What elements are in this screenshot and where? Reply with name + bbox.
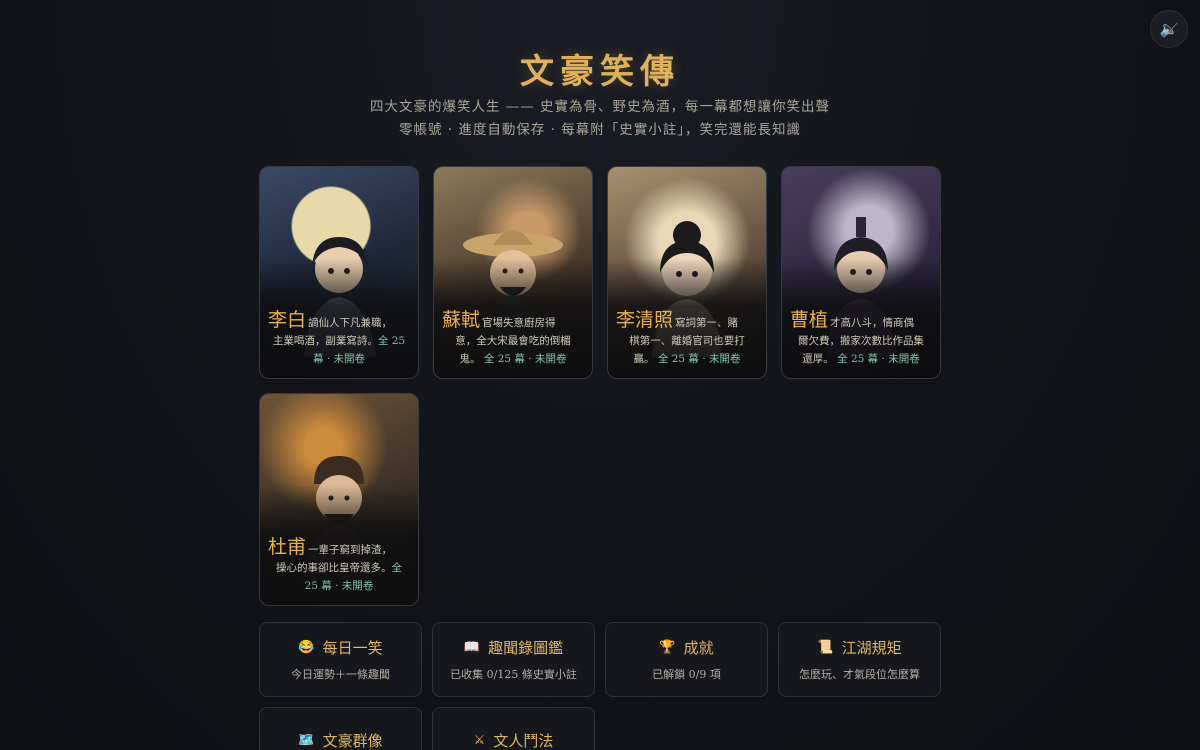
page-title: 文豪笑傳 (520, 52, 680, 92)
author-card-cao-zhi[interactable]: 曹植 才高八斗，情商偶 爾欠費，搬家次數比作品集 還厚。 全 25 幕 · 未開卷 (781, 166, 941, 379)
sound-toggle-button[interactable]: 🔈̸ (1150, 10, 1188, 48)
du-fu-caption: 杜甫 一輩子窮到掉渣， 操心的事卻比皇帝還多。全 25 幕 · 未開卷 (268, 536, 403, 593)
page: 🔈̸ 文豪笑傳 四大文豪的爆笑人生 —— 史實為骨、野史為酒，每一幕都想讓你笑出… (0, 0, 1200, 750)
scholar-duel-button[interactable]: ⚔ 文人鬥法 (432, 707, 595, 750)
laughing-face-icon: 😂 (298, 640, 315, 655)
scroll-icon: 📜 (817, 640, 834, 655)
li-qingzhao-caption: 李清照 寫詞第一、賭 棋第一、離婚官司也要打 贏。 全 25 幕 · 未開卷 (616, 309, 745, 366)
author-name: 杜甫 (268, 536, 307, 558)
author-card-li-qingzhao[interactable]: 李清照 寫詞第一、賭 棋第一、離婚官司也要打 贏。 全 25 幕 · 未開卷 (607, 166, 767, 379)
trophy-icon: 🏆 (659, 640, 676, 655)
crossed-swords-icon: ⚔ (473, 733, 486, 748)
author-card-grid: 李白 謫仙人下凡兼職， 主業喝酒，副業寫詩。全 25 幕 · 未開卷 蘇軾 官場失意… (259, 166, 941, 606)
progress-meta: 全 25 幕 · 未開卷 (657, 353, 741, 365)
subtitle-line-2: 零帳號 · 進度自動保存 · 每幕附「史實小註」，笑完還能長知識 (399, 122, 801, 138)
subtitle-line-1: 四大文豪的爆笑人生 —— 史實為骨、野史為酒，每一幕都想讓你笑出聲 (369, 99, 831, 115)
progress-meta: 全 (391, 562, 403, 574)
author-name: 李清照 (616, 309, 674, 331)
li-bai-caption: 李白 謫仙人下凡兼職， 主業喝酒，副業寫詩。全 25 幕 · 未開卷 (268, 309, 406, 366)
author-card-su-shi[interactable]: 蘇軾 官場失意廚房得 意，全大宋最會吃的倒楣 鬼。 全 25 幕 · 未開卷 (433, 166, 593, 379)
author-name: 李白 (268, 309, 307, 331)
anecdote-codex-button[interactable]: 📖 趣聞錄圖鑑 已收集 0/125 條史實小註 (432, 622, 595, 697)
daily-laugh-button[interactable]: 😂 每日一笑 今日運勢＋一條趣聞 (259, 622, 422, 697)
open-book-icon: 📖 (463, 640, 481, 655)
author-card-du-fu[interactable]: 杜甫 一輩子窮到掉渣， 操心的事卻比皇帝還多。全 25 幕 · 未開卷 (259, 393, 419, 606)
cao-zhi-caption: 曹植 才高八斗，情商偶 爾欠費，搬家次數比作品集 還厚。 全 25 幕 · 未開卷 (790, 309, 924, 366)
feature-menu: 😂 每日一笑 今日運勢＋一條趣聞 📖 趣聞錄圖鑑 已收集 0/125 條史實小註 🏆… (259, 622, 941, 750)
achievements-button[interactable]: 🏆 成就 已解鎖 0/9 項 (605, 622, 768, 697)
su-shi-caption: 蘇軾 官場失意廚房得 意，全大宋最會吃的倒楣 鬼。 全 25 幕 · 未開卷 (442, 309, 571, 366)
progress-meta: 全 25 幕 · 未開卷 (837, 353, 920, 365)
map-icon: 🗺️ (298, 733, 315, 748)
author-gallery-button[interactable]: 🗺️ 文豪群像 (259, 707, 422, 750)
progress-meta: 全 25 幕 · 未開卷 (483, 353, 567, 365)
rules-button[interactable]: 📜 江湖規矩 怎麼玩、才氣段位怎麼算 (778, 622, 941, 697)
progress-meta: 全 25 (377, 335, 406, 347)
author-name: 蘇軾 (442, 309, 481, 331)
page-subtitle: 四大文豪的爆笑人生 —— 史實為骨、野史為酒，每一幕都想讓你笑出聲 零帳號 · … (0, 96, 1200, 142)
author-card-li-bai[interactable]: 李白 謫仙人下凡兼職， 主業喝酒，副業寫詩。全 25 幕 · 未開卷 (259, 166, 419, 379)
author-name: 曹植 (790, 309, 829, 331)
muted-speaker-icon: 🔈̸ (1159, 20, 1179, 38)
